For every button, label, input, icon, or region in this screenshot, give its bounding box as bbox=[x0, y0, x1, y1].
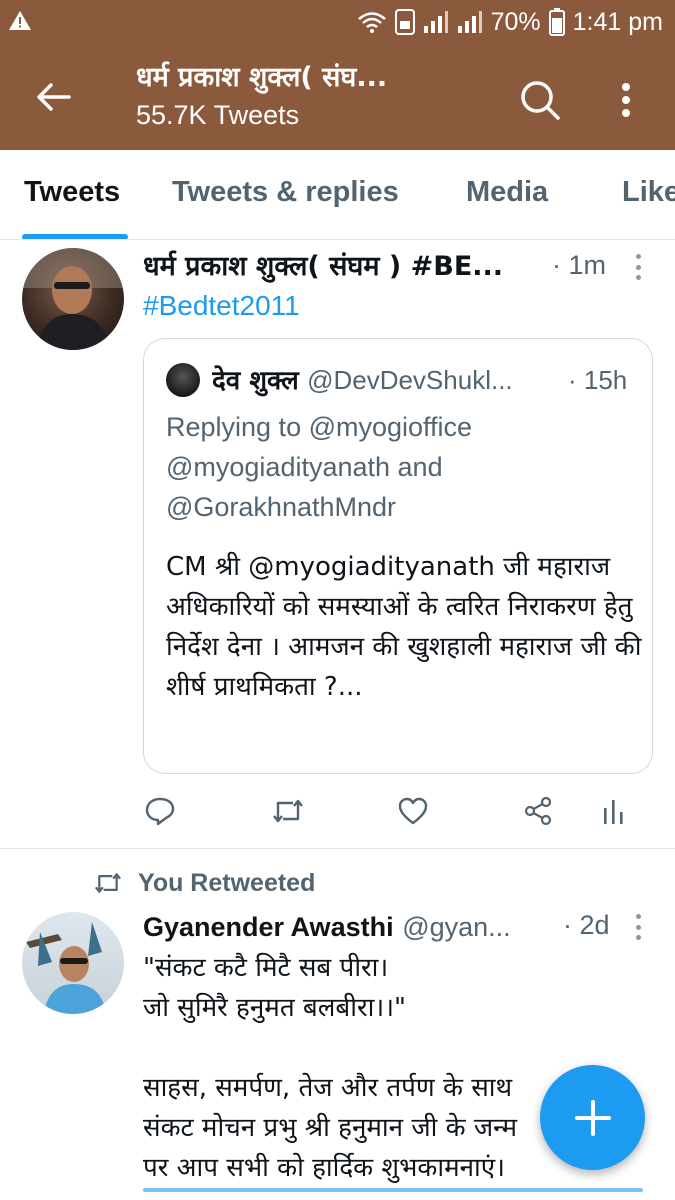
search-icon bbox=[521, 81, 560, 120]
profile-app-bar: धर्म प्रकाश शुक्ल( संघ... 55.7K Tweets bbox=[0, 44, 675, 150]
retweet-icon bbox=[273, 799, 303, 823]
avatar[interactable] bbox=[22, 912, 124, 1014]
tweet-actions bbox=[0, 786, 675, 836]
compose-tweet-button[interactable] bbox=[540, 1065, 645, 1170]
analytics-icon bbox=[604, 800, 623, 824]
volte-icon bbox=[394, 9, 415, 35]
quoted-text: CM श्री @myogiadityanath जी महाराज अधिका… bbox=[166, 552, 642, 702]
tweet-divider bbox=[0, 848, 675, 849]
analytics-button[interactable] bbox=[594, 786, 634, 836]
active-tab-indicator bbox=[22, 234, 128, 239]
signal-icon bbox=[457, 11, 482, 33]
more-vert-icon bbox=[622, 83, 630, 117]
avatar[interactable] bbox=[22, 248, 124, 350]
like-button[interactable] bbox=[393, 786, 433, 836]
search-button[interactable] bbox=[512, 74, 568, 126]
social-context: You Retweeted bbox=[92, 866, 315, 900]
retweet-icon bbox=[94, 873, 122, 893]
tweet-count: 55.7K Tweets bbox=[136, 100, 300, 130]
replying-to: Replying to @myogioffice @myogiadityanat… bbox=[166, 407, 642, 527]
quoted-author-name: देव शुक्ल bbox=[212, 366, 299, 396]
status-time: 1:41 pm bbox=[572, 7, 663, 36]
replying-to-prefix: Replying to bbox=[166, 412, 309, 442]
quoted-timestamp: · 15h bbox=[568, 365, 628, 395]
like-icon bbox=[398, 797, 428, 825]
tab-tweets[interactable]: Tweets bbox=[24, 176, 120, 209]
social-context-label: You Retweeted bbox=[138, 868, 316, 897]
share-icon bbox=[524, 796, 552, 826]
tweet-overflow-button[interactable] bbox=[628, 250, 648, 284]
quoted-tweet[interactable]: देव शुक्ल @DevDevShukl... · 15h Replying… bbox=[143, 338, 653, 774]
tweet-timestamp: · 1m bbox=[552, 250, 606, 280]
retweet-button[interactable] bbox=[268, 786, 308, 836]
signal-icon bbox=[423, 11, 448, 33]
tweet-timestamp: · 2d bbox=[563, 910, 610, 940]
author-name: धर्म प्रकाश शुक्ल( संघम ) #BE... bbox=[143, 251, 504, 282]
wifi-icon bbox=[357, 12, 386, 33]
profile-title: धर्म प्रकाश शुक्ल( संघ... bbox=[136, 62, 388, 93]
more-options-button[interactable] bbox=[606, 76, 646, 124]
tweet-overflow-button[interactable] bbox=[628, 910, 648, 944]
reply-button[interactable] bbox=[140, 786, 180, 836]
tab-media[interactable]: Media bbox=[466, 176, 548, 209]
tab-likes[interactable]: Like bbox=[622, 176, 675, 209]
warning-icon bbox=[9, 11, 31, 30]
back-button[interactable] bbox=[26, 72, 80, 122]
quoted-author: देव शुक्ल @DevDevShukl... bbox=[212, 363, 542, 398]
status-icons: 70% 1:41 pm bbox=[357, 4, 663, 40]
back-arrow-icon bbox=[37, 83, 71, 111]
quoted-author-handle: @DevDevShukl... bbox=[307, 365, 513, 395]
plus-icon bbox=[574, 1099, 611, 1136]
battery-icon bbox=[548, 8, 565, 36]
status-bar: 70% 1:41 pm bbox=[0, 0, 675, 44]
battery-percent: 70% bbox=[490, 7, 541, 36]
reply-icon bbox=[145, 797, 175, 826]
tweet-author[interactable]: धर्म प्रकाश शुक्ल( संघम ) #BE... bbox=[143, 250, 543, 284]
author-handle: @gyan... bbox=[402, 912, 511, 942]
profile-title-block: धर्म प्रकाश शुक्ल( संघ... 55.7K Tweets bbox=[136, 60, 466, 132]
hashtag-link[interactable]: #Bedtet2011 bbox=[143, 290, 300, 322]
profile-tabs: Tweets Tweets & replies Media Like bbox=[0, 150, 675, 240]
person-photo bbox=[26, 922, 106, 1014]
tab-tweets-and-replies[interactable]: Tweets & replies bbox=[172, 176, 399, 209]
author-name: Gyanender Awasthi bbox=[143, 912, 394, 942]
person-photo bbox=[22, 248, 124, 350]
share-button[interactable] bbox=[518, 786, 558, 836]
hashtag-link-partial[interactable] bbox=[143, 1180, 643, 1200]
quoted-avatar bbox=[166, 363, 200, 397]
tweet-author[interactable]: Gyanender Awasthi @gyan... bbox=[143, 910, 553, 945]
